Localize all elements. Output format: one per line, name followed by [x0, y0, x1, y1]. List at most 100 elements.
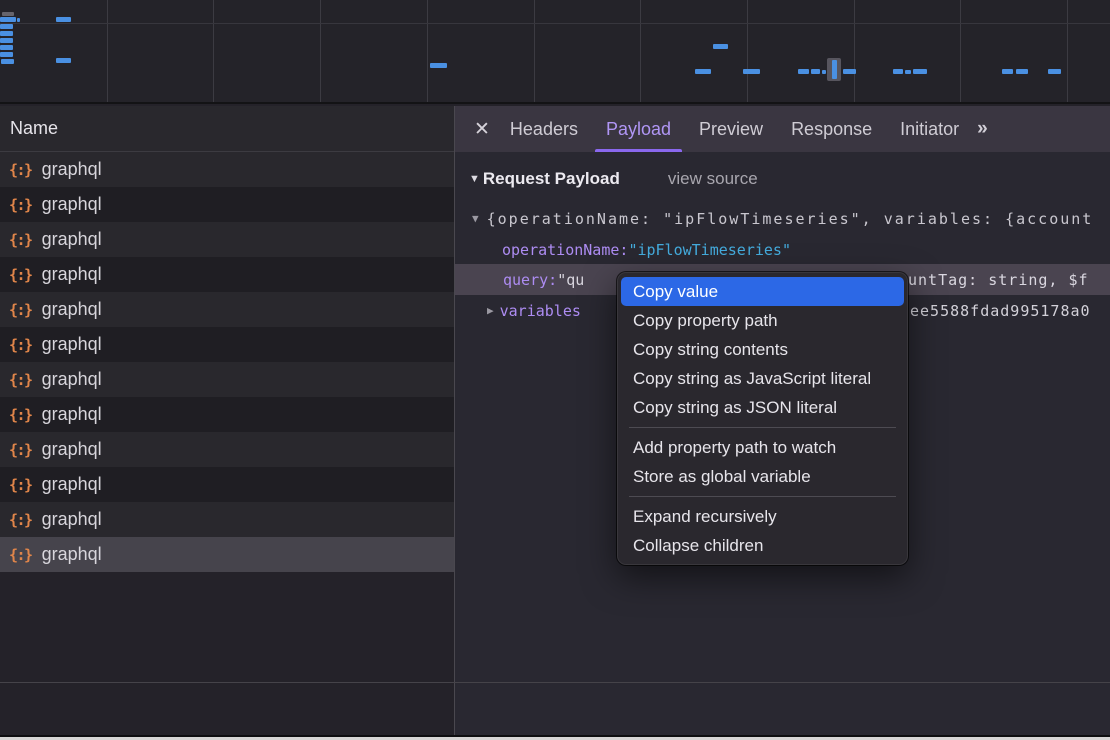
network-request-row[interactable]: {:} graphql [0, 467, 454, 502]
menu-item-copy-string-as-javascript-literal[interactable]: Copy string as JavaScript literal [621, 364, 904, 393]
request-name-label: graphql [42, 299, 102, 320]
tab-response[interactable]: Response [777, 106, 886, 152]
request-timeline-bar [430, 63, 447, 68]
column-header-name[interactable]: Name [0, 106, 454, 152]
request-name-label: graphql [42, 474, 102, 495]
timeline-marker-bar [832, 60, 837, 79]
request-name-label: graphql [42, 509, 102, 530]
request-timeline-bar [56, 17, 71, 22]
collapse-triangle-icon[interactable]: ▼ [472, 212, 479, 225]
summary-bar-separator [0, 682, 1110, 683]
network-request-row[interactable]: {:}graphql [0, 152, 454, 187]
timeline-gridline [213, 0, 214, 102]
request-timeline-bar [1016, 69, 1028, 74]
tab-preview[interactable]: Preview [685, 106, 777, 152]
request-name-label: graphql [42, 159, 102, 180]
menu-item-expand-recursively[interactable]: Expand recursively [621, 502, 904, 531]
request-timeline-bar [822, 70, 826, 74]
menu-item-copy-string-as-json-literal[interactable]: Copy string as JSON literal [621, 393, 904, 422]
request-name-label: graphql [42, 264, 102, 285]
expand-triangle-icon[interactable]: ▶ [487, 304, 494, 317]
property-value: "ipFlowTimeseries" [628, 241, 791, 259]
requests-panel: Name {:} graphql {:} graphql {:} graphql {:} gr… [0, 106, 454, 737]
request-timeline-bar [893, 69, 903, 74]
network-request-row[interactable]: {:}graphql [0, 537, 454, 572]
timeline-row-divider [0, 23, 1110, 24]
view-source-link[interactable]: view source [668, 169, 758, 189]
menu-item-copy-value[interactable]: Copy value [621, 277, 904, 306]
network-request-row[interactable]: {:}graphql [0, 292, 454, 327]
timeline-gridline [320, 0, 321, 102]
json-braces-icon: {:} [9, 371, 32, 389]
network-request-row[interactable]: {:}graphql [0, 397, 454, 432]
request-name-label: graphql [42, 194, 102, 215]
menu-item-add-property-path-to-watch[interactable]: Add property path to watch [621, 433, 904, 462]
request-timeline-bar [811, 69, 820, 74]
tab-payload[interactable]: Payload [592, 106, 685, 152]
payload-row-operationName[interactable]: operationName: "ipFlowTimeseries" [455, 234, 1110, 265]
timeline-gridline [747, 0, 748, 102]
property-key: variables [500, 302, 581, 320]
tab-label: Response [791, 119, 872, 140]
request-timeline-bar [743, 69, 760, 74]
request-name-label: graphql [42, 334, 102, 355]
close-details-icon[interactable]: ✕ [474, 118, 490, 141]
payload-root-preview: {operationName: "ipFlowTimeseries", vari… [487, 210, 1094, 228]
timeline-gridline [534, 0, 535, 102]
json-braces-icon: {:} [9, 406, 32, 424]
menu-separator [629, 496, 896, 497]
menu-item-collapse-children[interactable]: Collapse children [621, 531, 904, 560]
collapse-triangle-icon[interactable]: ▼ [469, 173, 480, 185]
property-key: query [503, 271, 548, 289]
property-value-tail: untTag: string, $f [908, 264, 1089, 295]
json-braces-icon: {:} [9, 266, 32, 284]
request-timeline-bar [0, 24, 13, 29]
request-timeline-bar [0, 17, 16, 22]
more-tabs-icon[interactable]: » [977, 118, 985, 140]
request-timeline-bar [2, 12, 14, 16]
json-braces-icon: {:} [9, 336, 32, 354]
network-request-row[interactable]: {:} graphql [0, 257, 454, 292]
json-braces-icon: {:} [9, 441, 32, 459]
section-title: Request Payload [483, 169, 620, 189]
network-request-row[interactable]: {:}graphql [0, 432, 454, 467]
json-braces-icon: {:} [9, 476, 32, 494]
request-timeline-bar [0, 45, 13, 50]
request-timeline-bar [0, 38, 13, 43]
request-timeline-bar [0, 31, 13, 36]
request-timeline-bar [17, 18, 20, 22]
menu-item-store-as-global-variable[interactable]: Store as global variable [621, 462, 904, 491]
tab-label: Initiator [900, 119, 959, 140]
network-request-row[interactable]: {:} graphql [0, 362, 454, 397]
network-request-row[interactable]: {:} graphql [0, 327, 454, 362]
menu-item-copy-property-path[interactable]: Copy property path [621, 306, 904, 335]
network-request-row[interactable]: {:}graphql [0, 187, 454, 222]
tab-headers[interactable]: Headers [496, 106, 592, 152]
payload-root-row[interactable]: ▼ {operationName: "ipFlowTimeseries", va… [455, 203, 1110, 234]
timeline-gridline [854, 0, 855, 102]
menu-item-copy-string-contents[interactable]: Copy string contents [621, 335, 904, 364]
request-timeline-bar [713, 44, 728, 49]
request-timeline-bar [905, 70, 911, 74]
network-request-row[interactable]: {:}graphql [0, 502, 454, 537]
request-name-label: graphql [42, 544, 102, 565]
menu-separator [629, 427, 896, 428]
request-name-label: graphql [42, 229, 102, 250]
network-request-row[interactable]: {:} graphql [0, 222, 454, 257]
request-timeline-bar [1, 59, 14, 64]
tab-initiator[interactable]: Initiator [886, 106, 973, 152]
context-menu: Copy valueCopy property pathCopy string … [617, 272, 908, 565]
json-braces-icon: {:} [9, 231, 32, 249]
tab-label: Headers [510, 119, 578, 140]
request-timeline-bar [843, 69, 856, 74]
request-timeline-bar [56, 58, 71, 63]
details-tabbar: ✕ Headers Payload Preview Response Initiator… [455, 106, 1110, 152]
network-overview-timeline[interactable] [0, 0, 1110, 104]
timeline-gridline [960, 0, 961, 102]
column-header-label: Name [10, 118, 58, 139]
panel-resizer[interactable] [454, 106, 455, 737]
request-name-label: graphql [42, 369, 102, 390]
property-preview-tail: ee5588fdad995178a0 [910, 295, 1091, 326]
request-timeline-bar [695, 69, 711, 74]
tab-label: Payload [606, 119, 671, 140]
